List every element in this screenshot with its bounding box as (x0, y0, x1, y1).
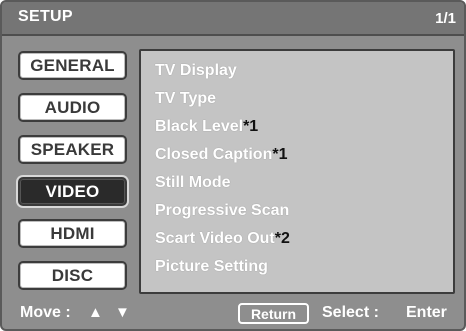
menu-item-still-mode[interactable]: Still Mode (155, 174, 231, 192)
video-settings-list: TV Display TV Type Black Level*1 Closed … (139, 49, 455, 294)
return-button-label: Return (250, 305, 297, 322)
tab-label: VIDEO (45, 181, 100, 201)
tab-label: SPEAKER (30, 139, 115, 159)
menu-item-label: Black Level (155, 118, 244, 135)
tab-label: DISC (51, 265, 94, 285)
footnote-marker: *1 (272, 146, 288, 163)
menu-item-tv-display[interactable]: TV Display (155, 62, 237, 80)
menu-item-black-level[interactable]: Black Level*1 (155, 118, 258, 136)
return-button[interactable]: Return (238, 303, 309, 324)
move-label: Move : (20, 304, 71, 321)
tab-label: AUDIO (44, 97, 101, 117)
screen-title: SETUP (18, 8, 73, 25)
menu-item-label: TV Type (155, 90, 217, 107)
footnote-marker: *1 (243, 118, 259, 135)
up-down-arrows-icon: ▲ ▼ (88, 304, 134, 321)
tab-speaker[interactable]: SPEAKER (18, 135, 127, 164)
tab-hdmi[interactable]: HDMI (18, 219, 127, 248)
menu-item-progressive-scan[interactable]: Progressive Scan (155, 202, 289, 220)
tab-label: GENERAL (30, 55, 115, 75)
menu-item-label: Scart Video Out (155, 230, 275, 247)
enter-label: Enter (406, 304, 447, 321)
menu-item-label: Picture Setting (155, 258, 268, 275)
menu-item-label: TV Display (155, 62, 237, 79)
footer-help-bar: Move : ▲ ▼ Return Select : Enter (2, 298, 464, 329)
tab-general[interactable]: GENERAL (18, 51, 127, 80)
tab-label: HDMI (50, 223, 95, 243)
menu-item-scart-video-out[interactable]: Scart Video Out*2 (155, 230, 290, 248)
menu-item-picture-setting[interactable]: Picture Setting (155, 258, 268, 276)
menu-item-tv-type[interactable]: TV Type (155, 90, 216, 108)
select-label: Select : (322, 304, 379, 321)
tab-video[interactable]: VIDEO (18, 177, 127, 206)
menu-item-label: Closed Caption (155, 146, 273, 163)
menu-item-label: Progressive Scan (155, 202, 290, 219)
title-bar: SETUP 1/1 (2, 2, 464, 36)
setup-screen: SETUP 1/1 GENERAL AUDIO SPEAKER VIDEO HD… (0, 0, 466, 331)
menu-item-closed-caption[interactable]: Closed Caption*1 (155, 146, 287, 164)
page-indicator: 1/1 (435, 10, 456, 27)
tab-audio[interactable]: AUDIO (18, 93, 127, 122)
footnote-marker: *2 (274, 230, 290, 247)
tab-disc[interactable]: DISC (18, 261, 127, 290)
menu-item-label: Still Mode (155, 174, 231, 191)
